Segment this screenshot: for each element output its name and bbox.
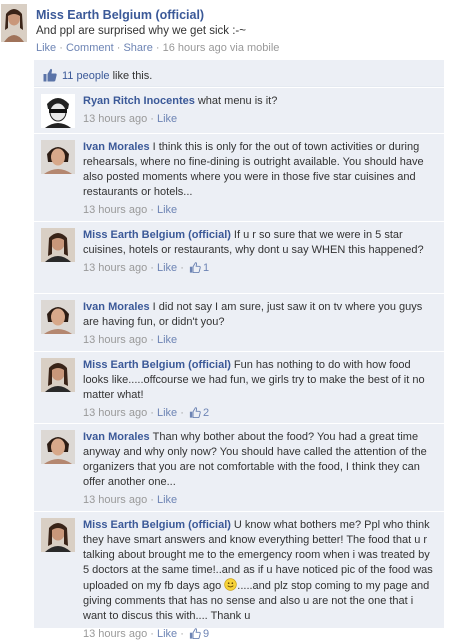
comment-body: Miss Earth Belgium (official) Fun has not… xyxy=(83,358,438,421)
comment-like-link[interactable]: Like xyxy=(157,113,177,125)
likes-text: 11 people like this. xyxy=(62,70,152,82)
comment-meta: 13 hours ago · Like · 1 xyxy=(83,262,210,274)
comment-author[interactable]: Miss Earth Belgium (official) xyxy=(83,229,231,241)
comment-time: 13 hours ago xyxy=(83,262,148,274)
comment-body: Miss Earth Belgium (official) If u r so s… xyxy=(83,228,438,276)
commenter-avatar[interactable] xyxy=(41,430,75,464)
comment-like-link[interactable]: Like xyxy=(157,407,177,419)
thumbs-up-icon xyxy=(189,262,201,273)
comment-time: 13 hours ago xyxy=(83,628,148,640)
thumbs-up-icon xyxy=(43,68,57,82)
comment-author[interactable]: Ryan Ritch Inocentes xyxy=(83,95,195,107)
comment-item: Miss Earth Belgium (official) If u r so s… xyxy=(34,221,444,294)
comment-like-link[interactable]: Like xyxy=(157,334,177,346)
comment-item: Ivan Morales I did not say I am sure, jus… xyxy=(34,293,444,352)
comment-likes-count[interactable]: 2 xyxy=(187,407,209,419)
post-comment-link[interactable]: Comment xyxy=(66,42,114,54)
comment-time: 13 hours ago xyxy=(83,204,148,216)
separator: · xyxy=(59,42,63,54)
comment-like-link[interactable]: Like xyxy=(157,204,177,216)
comment-meta: 13 hours ago · Like xyxy=(83,334,178,346)
comment-likes-count[interactable]: 9 xyxy=(187,628,209,640)
commenter-avatar[interactable] xyxy=(41,518,75,552)
comment-time: 13 hours ago xyxy=(83,407,148,419)
thumbs-up-icon xyxy=(189,628,201,639)
comment-meta: 13 hours ago · Like xyxy=(83,113,178,125)
likes-suffix: like this. xyxy=(109,70,153,82)
comment-meta: 13 hours ago · Like · 9 xyxy=(83,628,210,640)
comment-body: Ivan Morales I did not say I am sure, jus… xyxy=(83,300,438,348)
author-avatar[interactable] xyxy=(1,4,27,42)
comment-like-link[interactable]: Like xyxy=(157,494,177,506)
likes-number: 9 xyxy=(202,628,210,640)
post-author[interactable]: Miss Earth Belgium (official) xyxy=(36,8,204,22)
commenter-avatar[interactable] xyxy=(41,300,75,334)
comment-author[interactable]: Miss Earth Belgium (official) xyxy=(83,359,231,371)
comment-meta: 13 hours ago · Like xyxy=(83,494,178,506)
thumbs-up-icon xyxy=(189,407,201,418)
commenter-avatar[interactable] xyxy=(41,228,75,262)
comment-body: Miss Earth Belgium (official) U know what… xyxy=(83,518,438,642)
post-header: Miss Earth Belgium (official) And ppl ar… xyxy=(0,0,450,62)
comment-body: Ivan Morales I think this is only for the… xyxy=(83,140,438,218)
commenter-avatar[interactable] xyxy=(41,358,75,392)
comment-time: 13 hours ago xyxy=(83,334,148,346)
comment-body: Ivan Morales Than why bother about the fo… xyxy=(83,430,438,508)
comment-author[interactable]: Ivan Morales xyxy=(83,431,150,443)
comment-author[interactable]: Miss Earth Belgium (official) xyxy=(83,519,231,531)
comment-likes-count[interactable]: 1 xyxy=(187,262,209,274)
likes-summary: 11 people like this. xyxy=(34,60,444,87)
comment-item: Miss Earth Belgium (official) Fun has not… xyxy=(34,351,444,424)
separator: · xyxy=(116,42,121,54)
comment-author[interactable]: Ivan Morales xyxy=(83,141,150,153)
comment-item: Ivan Morales Than why bother about the fo… xyxy=(34,423,444,512)
post-message: And ppl are surprised why we get sick :-… xyxy=(36,25,246,37)
comment-item: Ryan Ritch Inocentes what menu is it? 13 … xyxy=(34,87,444,134)
comment-item: Ivan Morales I think this is only for the… xyxy=(34,133,444,222)
likes-number: 2 xyxy=(202,407,210,419)
comment-meta: 13 hours ago · Like · 2 xyxy=(83,407,210,419)
comment-like-link[interactable]: Like xyxy=(157,262,177,274)
comment-meta: 13 hours ago · Like xyxy=(83,204,178,216)
commenter-avatar[interactable] xyxy=(41,140,75,174)
post-share-link[interactable]: Share xyxy=(123,42,152,54)
comment-author[interactable]: Ivan Morales xyxy=(83,301,150,313)
post-actions: Like · Comment · Share · 16 hours ago vi… xyxy=(36,42,279,54)
feedback-box: 11 people like this. Ryan Ritch Inocente… xyxy=(34,60,444,640)
comment-time: 13 hours ago xyxy=(83,494,148,506)
smiley-icon xyxy=(224,578,238,591)
post-time: 16 hours ago via mobile xyxy=(162,42,280,54)
comment-body: Ryan Ritch Inocentes what menu is it? 13 … xyxy=(83,94,438,127)
comment-like-link[interactable]: Like xyxy=(157,628,177,640)
comment-time: 13 hours ago xyxy=(83,113,148,125)
comment-item: Miss Earth Belgium (official) U know what… xyxy=(34,511,444,640)
likes-count-link[interactable]: 11 people xyxy=(62,70,110,82)
separator: · xyxy=(155,42,160,54)
likes-number: 1 xyxy=(202,262,210,274)
comment-text: what menu is it? xyxy=(197,95,278,107)
commenter-avatar[interactable] xyxy=(41,94,75,128)
post-like-link[interactable]: Like xyxy=(36,42,56,54)
